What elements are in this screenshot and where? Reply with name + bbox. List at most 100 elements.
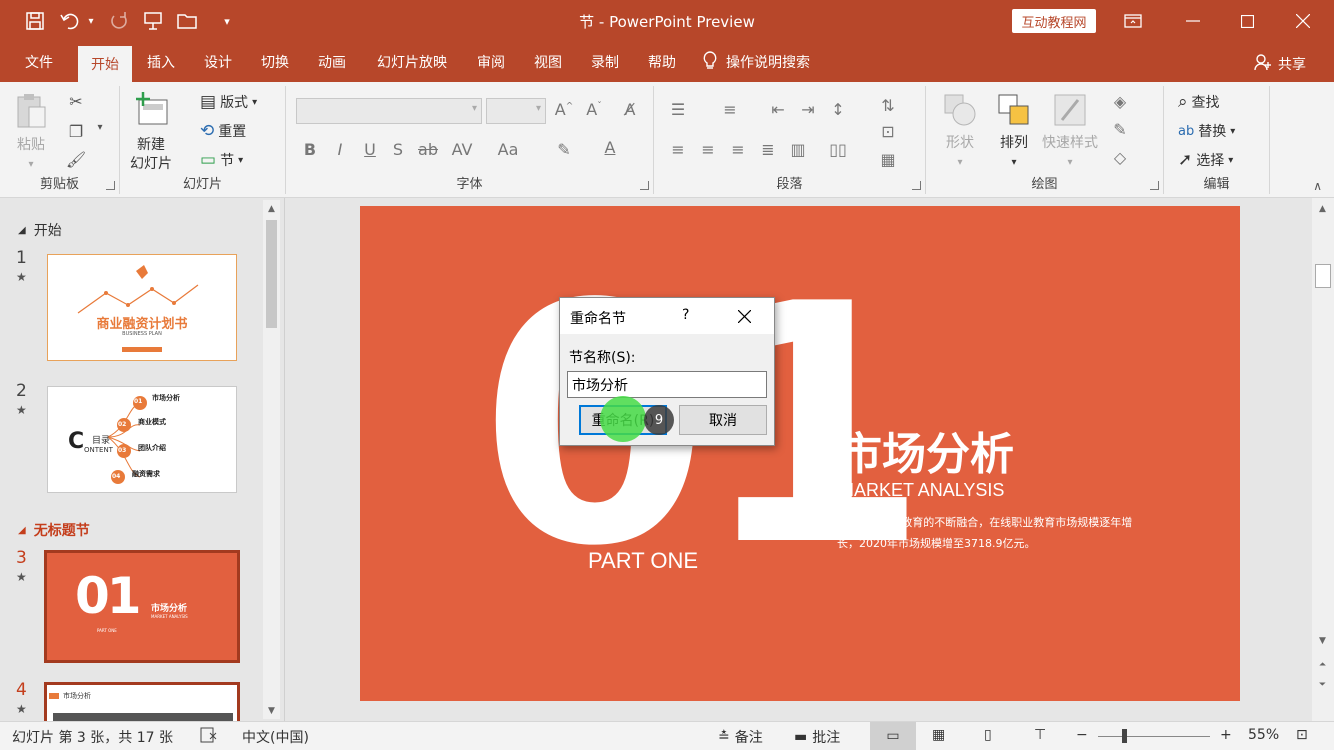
paragraph-launcher-icon[interactable]: [912, 181, 921, 190]
redo-icon[interactable]: [106, 8, 132, 34]
dialog-close-icon[interactable]: [730, 304, 758, 328]
cut-icon[interactable]: ✂: [64, 92, 88, 111]
comments-button[interactable]: ▬ 批注: [794, 727, 840, 747]
highlight-icon[interactable]: ✎: [552, 140, 576, 159]
format-painter-icon[interactable]: 🖌: [64, 150, 88, 169]
scrollbar-thumb[interactable]: [1315, 264, 1331, 288]
bullets-icon[interactable]: ☰: [666, 100, 690, 119]
layout-button[interactable]: ▤ 版式 ▾: [200, 92, 257, 112]
maximize-icon[interactable]: [1224, 0, 1270, 42]
italic-icon[interactable]: I: [328, 140, 352, 159]
save-icon[interactable]: [22, 8, 48, 34]
accessibility-icon[interactable]: [200, 727, 218, 743]
tab-transitions[interactable]: 切换: [252, 42, 298, 82]
tab-record[interactable]: 录制: [582, 42, 628, 82]
scroll-up-icon[interactable]: ▲: [1314, 200, 1331, 217]
font-size-combo[interactable]: [486, 98, 546, 124]
undo-icon[interactable]: [58, 8, 84, 34]
decrease-font-icon[interactable]: Aˇ: [582, 100, 606, 119]
section-header-start[interactable]: ◢ 开始: [18, 220, 62, 240]
slide-thumbnail-2[interactable]: C 目录 ONTENT 01 市场分析 02 商业模式 03 团队介绍 04 融…: [47, 386, 237, 493]
align-text-icon[interactable]: ⊡: [876, 122, 900, 141]
slide-thumbnail-3[interactable]: 01 市场分析 MARKET ANALYSIS PART ONE: [44, 550, 240, 663]
zoom-level[interactable]: 55%: [1248, 727, 1279, 743]
open-folder-icon[interactable]: [175, 8, 201, 34]
justify-icon[interactable]: ≣: [756, 140, 780, 159]
shapes-button[interactable]: 形状 ▾: [942, 92, 978, 172]
shape-outline-icon[interactable]: ✎: [1108, 120, 1132, 139]
help-icon[interactable]: ?: [682, 307, 689, 323]
quick-styles-button[interactable]: 快速样式 ▾: [1042, 92, 1098, 172]
decrease-indent-icon[interactable]: ⇤: [766, 100, 790, 119]
slide-thumbnail-4[interactable]: 市场分析: [44, 682, 240, 722]
strikethrough-icon[interactable]: ab: [416, 140, 440, 159]
slide-sorter-icon[interactable]: ▦: [932, 727, 945, 743]
columns-icon[interactable]: ▯▯: [826, 140, 850, 159]
zoom-in-icon[interactable]: +: [1220, 727, 1232, 743]
reset-button[interactable]: ⟲ 重置: [200, 121, 246, 141]
clear-formatting-icon[interactable]: A̸: [618, 100, 642, 119]
find-button[interactable]: ⌕ 查找: [1178, 92, 1220, 112]
arrange-button[interactable]: 排列 ▾: [996, 92, 1032, 172]
section-button[interactable]: ▭ 节 ▾: [200, 150, 243, 170]
previous-slide-icon[interactable]: ⏶: [1314, 656, 1331, 673]
current-slide[interactable]: 01 PART ONE 市场分析 MARKET ANALYSIS 随着互联网+教…: [360, 206, 1240, 701]
fit-to-window-icon[interactable]: ⊡: [1296, 727, 1308, 743]
notes-button[interactable]: ≛ 备注: [718, 727, 763, 747]
increase-font-icon[interactable]: A^: [552, 100, 576, 119]
cancel-button[interactable]: 取消: [679, 405, 767, 435]
align-left-icon[interactable]: ≡: [666, 140, 690, 159]
collapse-ribbon-icon[interactable]: ∧: [1313, 179, 1322, 193]
clipboard-launcher-icon[interactable]: [106, 181, 115, 190]
drawing-launcher-icon[interactable]: [1150, 181, 1159, 190]
font-launcher-icon[interactable]: [640, 181, 649, 190]
present-icon[interactable]: [140, 8, 166, 34]
align-right-icon[interactable]: ≡: [726, 140, 750, 159]
numbering-icon[interactable]: ≡: [718, 100, 742, 119]
language-indicator[interactable]: 中文(中国): [242, 727, 309, 747]
shape-effects-icon[interactable]: ◇: [1108, 148, 1132, 167]
slide-thumbnail-1[interactable]: 商业融资计划书 BUSINESS PLAN: [47, 254, 237, 361]
normal-view-icon[interactable]: ▭: [870, 722, 916, 750]
font-name-combo[interactable]: [296, 98, 482, 124]
tab-insert[interactable]: 插入: [138, 42, 184, 82]
shadow-icon[interactable]: S: [386, 140, 410, 159]
scroll-down-icon[interactable]: ▼: [263, 702, 280, 719]
replace-button[interactable]: ab 替换 ▾: [1178, 121, 1235, 141]
align-center-icon[interactable]: ≡: [696, 140, 720, 159]
font-color-icon[interactable]: A: [598, 138, 622, 157]
share-button[interactable]: 共享: [1254, 53, 1306, 75]
thumbnail-scrollbar[interactable]: ▲ ▼: [263, 200, 280, 719]
tab-help[interactable]: 帮助: [639, 42, 685, 82]
section-header-untitled[interactable]: ◢ 无标题节: [18, 520, 90, 540]
reading-view-icon[interactable]: ▯: [984, 727, 992, 743]
tab-review[interactable]: 审阅: [468, 42, 514, 82]
scroll-down-icon[interactable]: ▼: [1314, 632, 1331, 649]
zoom-out-icon[interactable]: −: [1076, 727, 1088, 743]
undo-dropdown-icon[interactable]: ▾: [84, 8, 98, 34]
increase-indent-icon[interactable]: ⇥: [796, 100, 820, 119]
tab-design[interactable]: 设计: [195, 42, 241, 82]
tell-me-search[interactable]: 操作说明搜索: [702, 42, 842, 82]
paste-button[interactable]: 粘贴 ▾: [14, 92, 48, 174]
tab-view[interactable]: 视图: [525, 42, 571, 82]
underline-icon[interactable]: U: [358, 140, 382, 159]
smartart-icon[interactable]: ▦: [876, 150, 900, 169]
bold-icon[interactable]: B: [298, 140, 322, 159]
tab-animations[interactable]: 动画: [309, 42, 355, 82]
tab-slideshow[interactable]: 幻灯片放映: [368, 42, 456, 82]
close-window-icon[interactable]: [1280, 0, 1326, 42]
select-button[interactable]: ➚ 选择 ▾: [1178, 150, 1233, 170]
text-direction-icon[interactable]: ⇅: [876, 96, 900, 115]
next-slide-icon[interactable]: ⏷: [1314, 676, 1331, 693]
slide-scrollbar[interactable]: ▲ ▼ ⏶ ⏷: [1312, 198, 1334, 721]
ribbon-display-icon[interactable]: [1110, 0, 1156, 42]
section-name-input[interactable]: 市场分析: [567, 371, 767, 398]
distributed-icon[interactable]: ▥: [786, 140, 810, 159]
shape-fill-icon[interactable]: ◈: [1108, 92, 1132, 111]
tab-home[interactable]: 开始: [78, 46, 132, 82]
char-spacing-icon[interactable]: AV: [450, 140, 474, 159]
line-spacing-icon[interactable]: ↕: [826, 100, 850, 119]
scroll-up-icon[interactable]: ▲: [263, 200, 280, 217]
dialog-titlebar[interactable]: 重命名节 ?: [560, 298, 774, 334]
